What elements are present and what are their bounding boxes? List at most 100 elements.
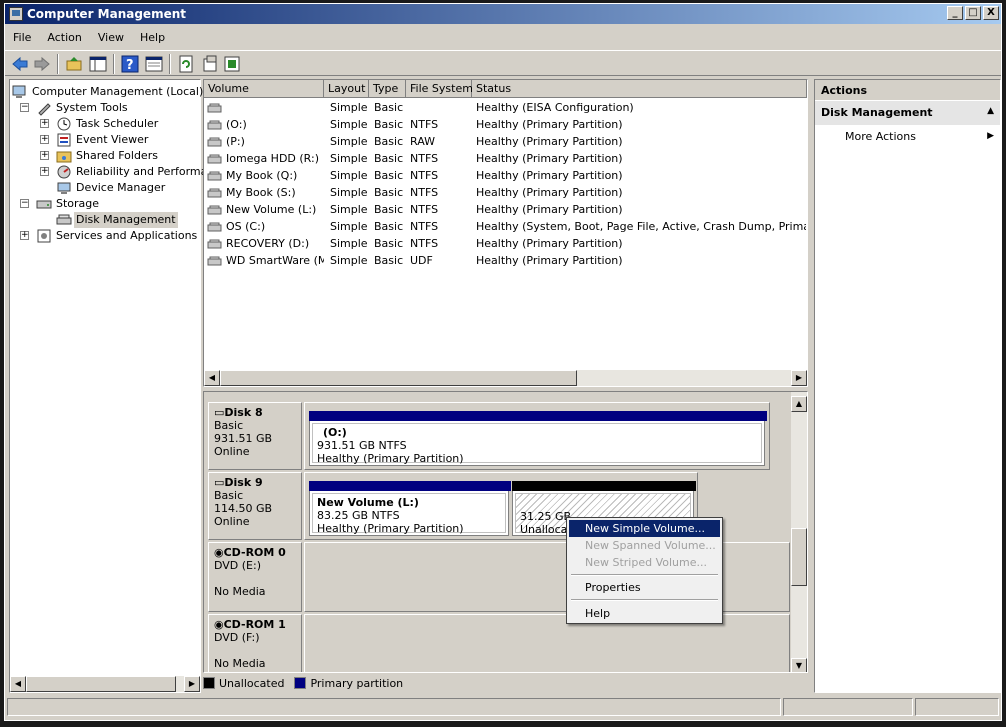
menu-item-new-simple-volume[interactable]: New Simple Volume... bbox=[569, 520, 720, 537]
refresh-icon[interactable] bbox=[177, 55, 195, 73]
column-header-type[interactable]: Type bbox=[369, 80, 406, 98]
expand-icon[interactable]: + bbox=[40, 167, 49, 176]
table-row[interactable]: My Book (S:) Simple Basic NTFS Healthy (Prim… bbox=[204, 184, 807, 201]
tree-label: Services and Applications bbox=[56, 229, 198, 242]
tree-label: Event Viewer bbox=[76, 133, 149, 146]
cell-status: Healthy (Primary Partition) bbox=[476, 254, 623, 267]
column-header-volume[interactable]: Volume bbox=[204, 80, 324, 98]
actions-section-disk-management[interactable]: Disk Management ▲ bbox=[815, 101, 1000, 125]
cell-type: Basic bbox=[374, 118, 404, 131]
volume-list[interactable]: Volume Layout Type File System Status Si… bbox=[203, 79, 808, 387]
expand-icon[interactable]: + bbox=[40, 135, 49, 144]
close-button[interactable]: X bbox=[983, 6, 999, 20]
expand-icon[interactable]: + bbox=[40, 151, 49, 160]
collapse-up-arrow-icon[interactable]: ▲ bbox=[987, 106, 994, 116]
toolbar-separator bbox=[57, 54, 59, 74]
disk-vertical-scrollbar[interactable]: ▲ ▼ bbox=[791, 392, 807, 672]
cd-drive-icon: ◉ bbox=[214, 618, 224, 631]
disk-name: Disk 9 bbox=[224, 476, 263, 489]
menu-file[interactable]: File bbox=[5, 28, 39, 48]
svg-text:?: ? bbox=[126, 58, 134, 73]
table-row[interactable]: Iomega HDD (R:) Simple Basic NTFS Healthy (P… bbox=[204, 150, 807, 167]
table-row[interactable]: New Volume (L:) Simple Basic NTFS Healthy (P… bbox=[204, 201, 807, 218]
drive-letter: DVD (F:) bbox=[214, 631, 260, 644]
cell-type: Basic bbox=[374, 237, 404, 250]
unallocated-bar bbox=[512, 481, 696, 491]
menu-item-help[interactable]: Help bbox=[569, 605, 720, 622]
scroll-right-arrow-icon[interactable]: ▶ bbox=[791, 370, 807, 386]
title-bar[interactable]: Computer Management _ □ X bbox=[5, 4, 1001, 24]
back-arrow-icon[interactable] bbox=[11, 55, 29, 73]
properties-view-icon[interactable] bbox=[145, 55, 163, 73]
tree-horizontal-scrollbar[interactable]: ◀ ▶ bbox=[10, 676, 200, 692]
disk-info-cdrom-1[interactable]: ◉CD-ROM 1 DVD (F:) No Media bbox=[208, 614, 302, 672]
tree-label: Disk Management bbox=[74, 212, 178, 228]
table-row[interactable]: Simple Basic Healthy (EISA Configuration) bbox=[204, 99, 807, 116]
event-viewer-icon bbox=[57, 133, 71, 147]
scroll-up-arrow-icon[interactable]: ▲ bbox=[791, 396, 807, 412]
column-header-status[interactable]: Status bbox=[472, 80, 807, 98]
cell-fs: NTFS bbox=[410, 237, 439, 250]
partition-l[interactable]: New Volume (L:) 83.25 GB NTFS Healthy (P… bbox=[309, 481, 511, 536]
expand-icon[interactable]: + bbox=[20, 231, 29, 240]
status-cell bbox=[783, 698, 913, 716]
table-row[interactable]: OS (C:) Simple Basic NTFS Healthy (System, B… bbox=[204, 218, 807, 235]
disk-info-cdrom-0[interactable]: ◉CD-ROM 0 DVD (E:) No Media bbox=[208, 542, 302, 612]
collapse-icon[interactable]: − bbox=[20, 103, 29, 112]
export-list-icon[interactable] bbox=[201, 55, 219, 73]
cell-layout: Simple bbox=[330, 186, 368, 199]
computer-management-icon bbox=[9, 7, 23, 21]
cell-fs: RAW bbox=[410, 135, 435, 148]
menu-view[interactable]: View bbox=[90, 28, 132, 48]
menu-item-new-striped-volume[interactable]: New Striped Volume... bbox=[569, 554, 720, 571]
cell-fs: NTFS bbox=[410, 152, 439, 165]
console-tree[interactable]: Computer Management (Local) − System Too… bbox=[9, 79, 220, 693]
volume-drive-icon bbox=[207, 120, 222, 130]
primary-swatch bbox=[294, 677, 307, 689]
column-header-file-system[interactable]: File System bbox=[406, 80, 473, 98]
cell-volume: OS (C:) bbox=[226, 220, 266, 233]
table-row[interactable]: My Book (Q:) Simple Basic NTFS Healthy (Prim… bbox=[204, 167, 807, 184]
collapse-icon[interactable]: − bbox=[20, 199, 29, 208]
cell-volume: New Volume (L:) bbox=[226, 203, 317, 216]
more-actions-link[interactable]: More Actions bbox=[845, 130, 916, 143]
menu-item-new-spanned-volume[interactable]: New Spanned Volume... bbox=[569, 537, 720, 554]
scroll-thumb[interactable] bbox=[220, 370, 577, 386]
up-folder-icon[interactable] bbox=[65, 55, 83, 73]
table-row[interactable]: (O:) Simple Basic NTFS Healthy (Primary Part… bbox=[204, 116, 807, 133]
scroll-down-arrow-icon[interactable]: ▼ bbox=[791, 658, 807, 672]
console-properties-icon[interactable] bbox=[223, 55, 241, 73]
partition-o[interactable]: (O:) 931.51 GB NTFS Healthy (Primary Par… bbox=[309, 411, 767, 466]
minimize-button[interactable]: _ bbox=[947, 6, 963, 20]
table-row[interactable]: (P:) Simple Basic RAW Healthy (Primary Parti… bbox=[204, 133, 807, 150]
scroll-right-arrow-icon[interactable]: ▶ bbox=[184, 676, 200, 692]
scroll-left-arrow-icon[interactable]: ◀ bbox=[10, 676, 26, 692]
help-icon[interactable]: ? bbox=[121, 55, 139, 73]
menu-help[interactable]: Help bbox=[132, 28, 173, 48]
cell-volume: My Book (Q:) bbox=[226, 169, 298, 182]
menu-separator bbox=[571, 574, 718, 576]
toolbar-separator bbox=[113, 54, 115, 74]
scroll-thumb[interactable] bbox=[791, 528, 807, 586]
scroll-left-arrow-icon[interactable]: ◀ bbox=[204, 370, 220, 386]
table-row[interactable]: WD SmartWare (M:) Simple Basic UDF Healthy (… bbox=[204, 252, 807, 269]
menu-action[interactable]: Action bbox=[39, 28, 89, 48]
forward-arrow-icon[interactable] bbox=[33, 55, 51, 73]
disk-info-disk-8[interactable]: ▭Disk 8 Basic 931.51 GB Online bbox=[208, 402, 302, 470]
volume-horizontal-scrollbar[interactable]: ◀ ▶ bbox=[204, 370, 807, 386]
device-manager-icon bbox=[57, 182, 71, 194]
clock-icon bbox=[57, 117, 71, 131]
table-row[interactable]: RECOVERY (D:) Simple Basic NTFS Healthy (Pri… bbox=[204, 235, 807, 252]
scroll-thumb[interactable] bbox=[26, 676, 176, 692]
menu-item-properties[interactable]: Properties bbox=[569, 579, 720, 596]
maximize-button[interactable]: □ bbox=[965, 6, 981, 20]
partition-status: Healthy (Primary Partition) bbox=[317, 522, 464, 535]
show-hide-console-tree-icon[interactable] bbox=[89, 55, 107, 73]
cell-volume: My Book (S:) bbox=[226, 186, 296, 199]
disk-drive-icon: ▭ bbox=[214, 476, 225, 489]
cell-type: Basic bbox=[374, 152, 404, 165]
menu-bar: File Action View Help bbox=[5, 28, 173, 48]
column-header-layout[interactable]: Layout bbox=[324, 80, 369, 98]
expand-icon[interactable]: + bbox=[40, 119, 49, 128]
disk-info-disk-9[interactable]: ▭Disk 9 Basic 114.50 GB Online bbox=[208, 472, 302, 540]
